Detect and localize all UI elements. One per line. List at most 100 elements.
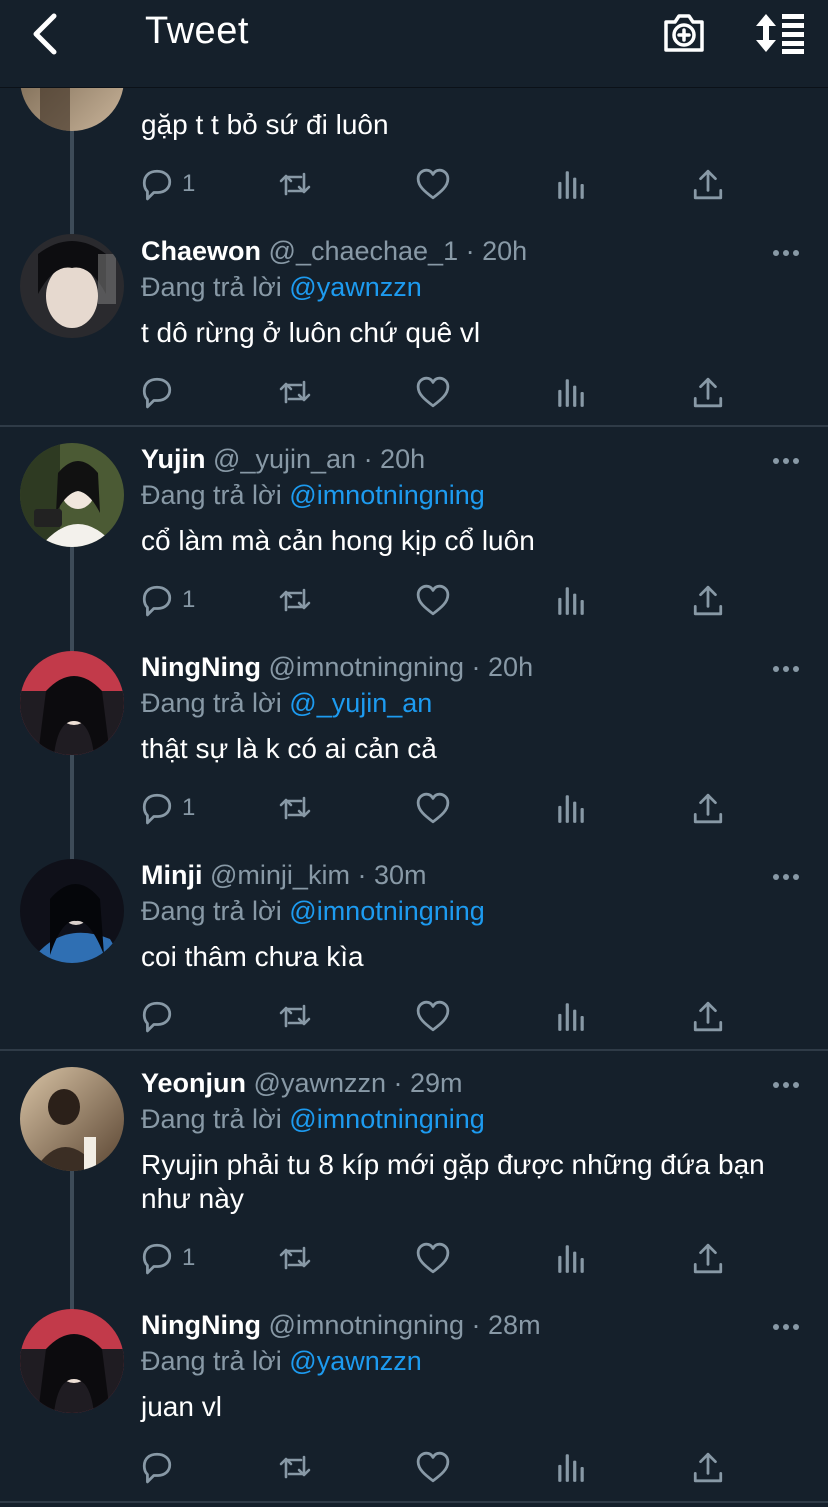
share-button[interactable] [691, 374, 725, 410]
like-button[interactable] [416, 582, 450, 618]
mention-link[interactable]: @imnotningning [289, 480, 485, 510]
more-options-button[interactable] [772, 1078, 800, 1090]
retweet-button[interactable] [277, 1240, 313, 1276]
like-button[interactable] [416, 790, 450, 826]
username[interactable]: @_chaechae_1 [269, 236, 459, 266]
more-options-button[interactable] [772, 1320, 800, 1332]
username[interactable]: @yawnzzn [254, 1068, 386, 1098]
reply-context: Đang trả lời @imnotningning [141, 480, 485, 511]
retweet-button[interactable] [277, 582, 313, 618]
avatar[interactable] [20, 651, 124, 755]
top-bar: Tweet [0, 0, 828, 88]
like-button[interactable] [416, 1449, 450, 1485]
action-bar: 1 [140, 582, 740, 618]
share-icon [693, 793, 723, 824]
timestamp[interactable]: · 20h [472, 652, 534, 682]
reply-count: 1 [182, 586, 196, 613]
share-button[interactable] [691, 790, 725, 826]
action-bar [140, 374, 740, 410]
display-name[interactable]: Yeonjun [141, 1068, 246, 1098]
analytics-button[interactable] [554, 374, 588, 410]
mention-link[interactable]: @yawnzzn [289, 1346, 421, 1376]
retweet-button[interactable] [277, 1449, 313, 1485]
share-button[interactable] [691, 1449, 725, 1485]
display-name[interactable]: NingNing [141, 1310, 261, 1340]
more-options-button[interactable] [772, 246, 800, 258]
ellipsis-icon [773, 1082, 799, 1088]
username[interactable]: @_yujin_an [213, 444, 356, 474]
reply-button[interactable]: 1 [140, 582, 195, 618]
like-button[interactable] [416, 374, 450, 410]
like-button[interactable] [416, 998, 450, 1034]
display-name[interactable]: Chaewon [141, 236, 261, 266]
more-options-button[interactable] [772, 870, 800, 882]
action-bar: 1 [140, 790, 740, 826]
more-options-button[interactable] [772, 662, 800, 674]
avatar[interactable] [20, 1309, 124, 1413]
reply-button[interactable]: 1 [140, 166, 195, 202]
reply-button[interactable] [140, 1449, 174, 1485]
sort-button[interactable] [755, 12, 805, 54]
retweet-button[interactable] [277, 166, 313, 202]
mention-link[interactable]: @_yujin_an [289, 688, 432, 718]
share-icon [693, 1001, 723, 1032]
avatar[interactable] [20, 859, 124, 963]
share-button[interactable] [691, 166, 725, 202]
timestamp[interactable]: · 20h [364, 444, 426, 474]
mention-link[interactable]: @imnotningning [289, 1104, 485, 1134]
display-name[interactable]: NingNing [141, 652, 261, 682]
avatar[interactable] [20, 443, 124, 547]
share-button[interactable] [691, 582, 725, 618]
thread-line [70, 754, 74, 860]
thread-divider [0, 425, 828, 427]
camera-button[interactable] [662, 12, 706, 54]
retweet-button[interactable] [277, 998, 313, 1034]
display-name[interactable]: Yujin [141, 444, 206, 474]
analytics-button[interactable] [554, 998, 588, 1034]
analytics-button[interactable] [554, 1240, 588, 1276]
avatar[interactable] [20, 234, 124, 338]
timestamp[interactable]: · 20h [466, 236, 528, 266]
action-bar: 1 [140, 166, 740, 202]
analytics-button[interactable] [554, 1449, 588, 1485]
analytics-button[interactable] [554, 582, 588, 618]
thread-line [70, 546, 74, 652]
more-options-button[interactable] [772, 454, 800, 466]
reply-count: 1 [182, 170, 196, 197]
timestamp[interactable]: · 29m [394, 1068, 463, 1098]
heart-icon [416, 1451, 450, 1483]
retweet-icon [279, 172, 311, 196]
reply-button[interactable] [140, 998, 174, 1034]
share-icon [693, 1452, 723, 1483]
ellipsis-icon [773, 666, 799, 672]
timestamp[interactable]: · 30m [357, 860, 426, 890]
reply-count: 1 [182, 1244, 196, 1271]
username[interactable]: @imnotningning [269, 652, 465, 682]
like-button[interactable] [416, 1240, 450, 1276]
retweet-icon [279, 1455, 311, 1479]
analytics-button[interactable] [554, 790, 588, 826]
reply-icon [142, 1452, 172, 1484]
share-icon [693, 585, 723, 616]
timestamp[interactable]: · 28m [472, 1310, 541, 1340]
like-button[interactable] [416, 166, 450, 202]
reply-context: Đang trả lời @_yujin_an [141, 688, 432, 719]
username[interactable]: @minji_kim [210, 860, 350, 890]
reply-context: Đang trả lời @yawnzzn [141, 272, 422, 303]
reply-button[interactable]: 1 [140, 1240, 195, 1276]
tweet-header: Chaewon @_chaechae_1 · 20h [141, 236, 527, 267]
mention-link[interactable]: @imnotningning [289, 896, 485, 926]
reply-button[interactable]: 1 [140, 790, 195, 826]
back-button[interactable] [26, 12, 66, 56]
reply-button[interactable] [140, 374, 174, 410]
retweet-button[interactable] [277, 790, 313, 826]
bar-chart-icon [558, 795, 584, 823]
share-button[interactable] [691, 998, 725, 1034]
mention-link[interactable]: @yawnzzn [289, 272, 421, 302]
avatar[interactable] [20, 1067, 124, 1171]
retweet-button[interactable] [277, 374, 313, 410]
analytics-button[interactable] [554, 166, 588, 202]
username[interactable]: @imnotningning [269, 1310, 465, 1340]
display-name[interactable]: Minji [141, 860, 203, 890]
share-button[interactable] [691, 1240, 725, 1276]
